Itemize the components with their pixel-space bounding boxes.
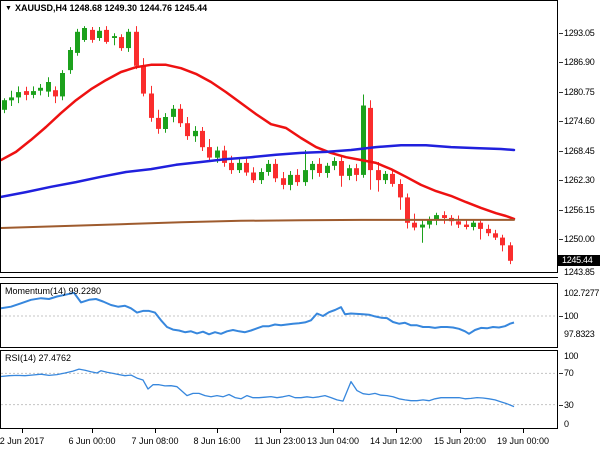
axis-tick-label: 100 xyxy=(564,351,579,361)
price-axis[interactable]: 1245.44 1243.85 1293.05 1286.90 1280.75 127… xyxy=(558,0,600,450)
time-tick-label: 2 Jun 2017 xyxy=(0,436,45,446)
axis-tick-mark xyxy=(559,92,563,93)
time-tick-mark xyxy=(155,429,156,433)
axis-tick-label: 1280.75 xyxy=(564,87,595,97)
axis-tick-label: 1250.00 xyxy=(564,234,595,244)
axis-tick-label: 97.8323 xyxy=(564,329,595,339)
axis-tick-mark xyxy=(559,121,563,122)
axis-tick-label: 102.7277 xyxy=(564,288,600,298)
axis-tick-mark xyxy=(559,62,563,63)
time-tick-label: 19 Jun 00:00 xyxy=(496,436,550,446)
axis-tick-mark xyxy=(559,180,563,181)
time-tick-mark xyxy=(396,429,397,433)
axis-tick-label: 1286.90 xyxy=(564,57,595,67)
axis-tick-mark xyxy=(559,373,563,374)
axis-tick-label: 1256.15 xyxy=(564,205,595,215)
main-chart-canvas xyxy=(1,26,516,265)
time-tick-mark xyxy=(217,429,218,433)
time-tick-mark xyxy=(460,429,461,433)
axis-tick-mark xyxy=(559,405,563,406)
axis-tick-mark xyxy=(559,151,563,152)
chart-title: ▼ XAUUSD,H4 1248.68 1249.30 1244.76 1245.… xyxy=(5,3,207,13)
time-tick-mark xyxy=(22,429,23,433)
current-price-badge: 1245.44 xyxy=(558,255,600,266)
axis-tick-label: 1293.05 xyxy=(564,28,595,38)
axis-tick-label: 70 xyxy=(564,368,574,378)
chart-window: { "title_bar": { "collapse_icon": "▼", "… xyxy=(0,0,600,450)
rsi-panel[interactable]: RSI(14) 27.4762 xyxy=(0,350,558,429)
time-tick-label: 15 Jun 20:00 xyxy=(433,436,487,446)
time-axis[interactable]: 2 Jun 2017 6 Jun 00:00 7 Jun 08:00 8 Jun 16… xyxy=(0,429,558,450)
ma-fast-red xyxy=(1,63,516,221)
time-tick-mark xyxy=(333,429,334,433)
rsi-legend: RSI(14) 27.4762 xyxy=(5,353,72,363)
axis-tick-label: 100 xyxy=(564,311,579,321)
axis-tick-mark xyxy=(559,239,563,240)
axis-tick-label: 1268.45 xyxy=(564,146,595,156)
axis-tick-label: 30 xyxy=(564,400,574,410)
lowest-price-label: 1243.85 xyxy=(564,267,595,277)
rsi-canvas xyxy=(1,368,557,408)
rsi-line xyxy=(1,368,515,408)
ma-medium-blue xyxy=(1,143,516,199)
time-tick-mark xyxy=(523,429,524,433)
axis-tick-label: 1274.60 xyxy=(564,116,595,126)
chart-title-text: XAUUSD,H4 1248.68 1249.30 1244.76 1245.4… xyxy=(14,3,208,13)
time-tick-mark xyxy=(280,429,281,433)
ma-slow-brown xyxy=(1,218,515,229)
time-tick-label: 8 Jun 16:00 xyxy=(193,436,241,446)
time-tick-label: 7 Jun 08:00 xyxy=(131,436,179,446)
axis-tick-label: 0 xyxy=(564,419,569,429)
axis-tick-label: 1262.30 xyxy=(564,175,595,185)
time-tick-label: 6 Jun 00:00 xyxy=(68,436,116,446)
axis-tick-mark xyxy=(559,33,563,34)
momentum-panel[interactable]: Momentum(14) 99.2280 xyxy=(0,283,558,348)
momentum-line xyxy=(1,291,515,336)
panel-separator[interactable] xyxy=(0,277,558,278)
axis-tick-mark xyxy=(559,316,563,317)
axis-tick-mark xyxy=(559,210,563,211)
symbol-dropdown-icon[interactable]: ▼ xyxy=(5,5,12,12)
time-tick-label: 14 Jun 12:00 xyxy=(369,436,423,446)
time-tick-mark xyxy=(92,429,93,433)
time-tick-label: 13 Jun 04:00 xyxy=(306,436,360,446)
main-chart-panel[interactable]: ▼ XAUUSD,H4 1248.68 1249.30 1244.76 1245.… xyxy=(0,0,558,273)
momentum-legend: Momentum(14) 99.2280 xyxy=(5,286,102,296)
